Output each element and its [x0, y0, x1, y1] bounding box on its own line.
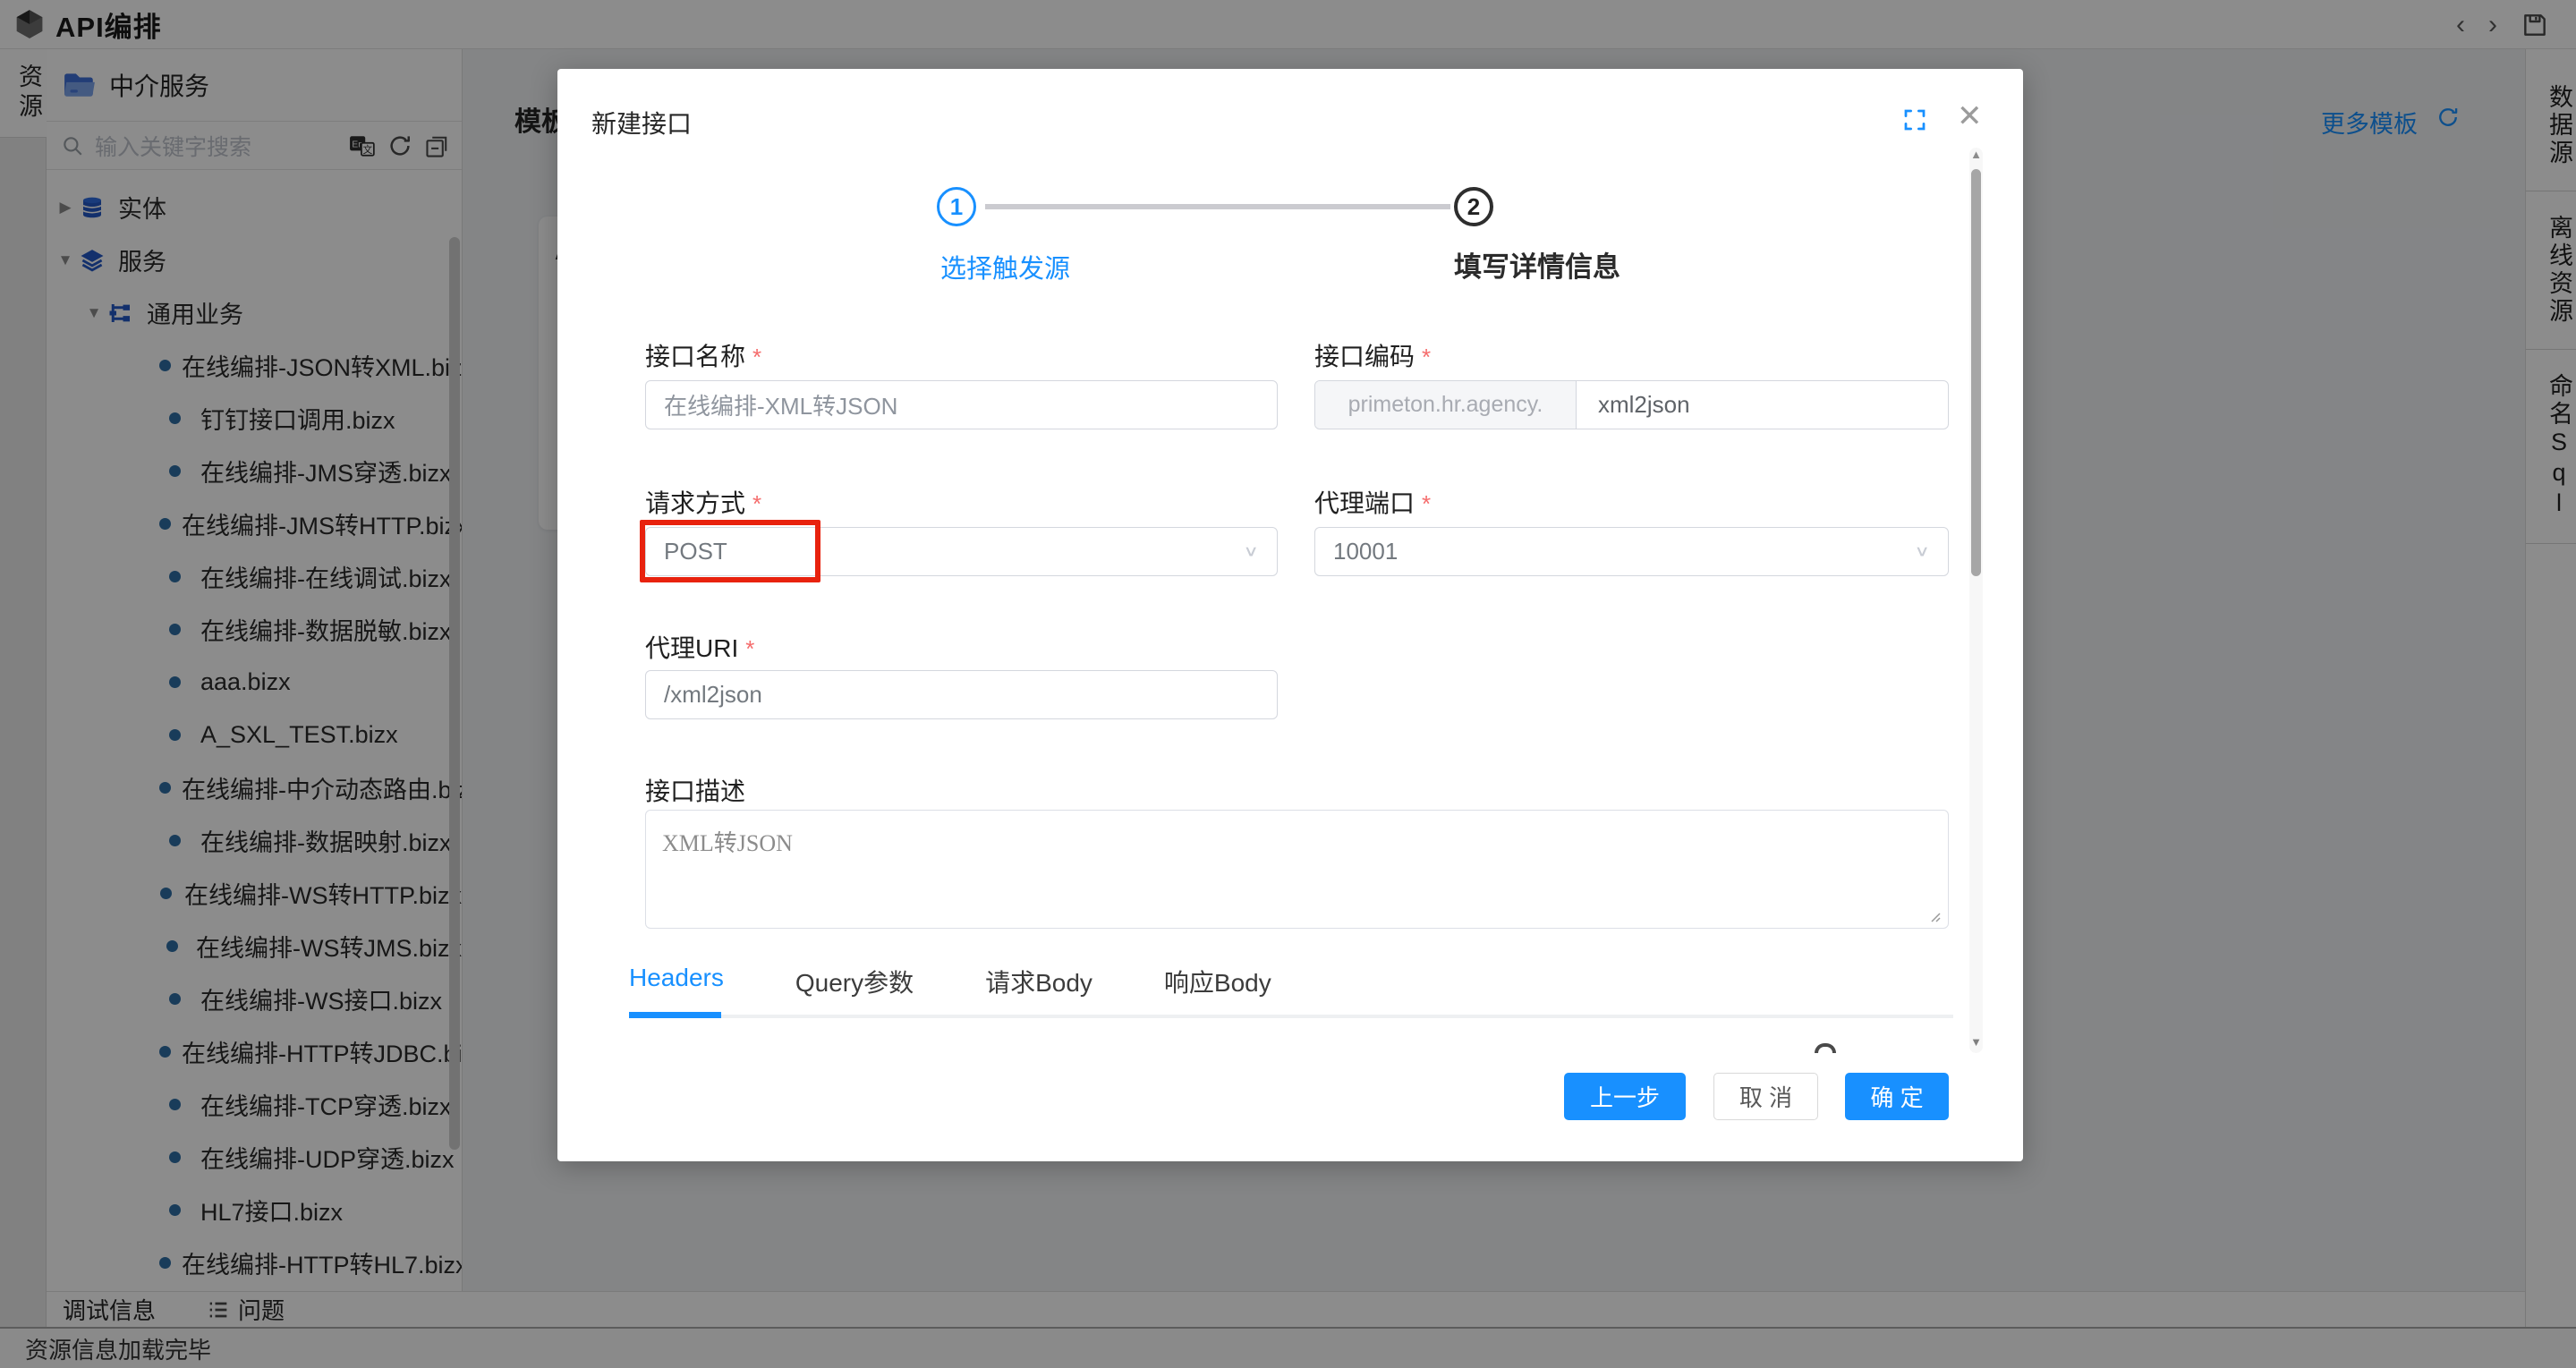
tab-headers[interactable]: Headers — [629, 964, 724, 999]
name-label: 接口名称* — [645, 337, 761, 373]
step-2-label: 填写详情信息 — [1454, 244, 1620, 285]
close-icon[interactable]: ✕ — [1957, 101, 1983, 132]
port-label: 代理端口* — [1314, 484, 1431, 520]
name-input[interactable]: 在线编排-XML转JSON — [645, 380, 1278, 429]
uri-label: 代理URI* — [645, 629, 754, 665]
port-select[interactable]: 10001 ∨ — [1314, 527, 1949, 576]
tab-response-body[interactable]: 响应Body — [1164, 964, 1271, 999]
clipped-circle-icon — [1815, 1043, 1836, 1053]
code-label: 接口编码* — [1314, 337, 1431, 373]
chevron-down-icon: ∨ — [1243, 542, 1259, 560]
scroll-down-icon[interactable]: ▼ — [1969, 1035, 1983, 1049]
new-interface-modal: 新建接口 ✕ 1 2 选择触发源 填写详情信息 接口名称* 在线编排-XML转J… — [557, 69, 2023, 1161]
method-label: 请求方式* — [645, 484, 761, 520]
code-input-group: primeton.hr.agency. xml2json — [1314, 380, 1949, 429]
step-1-label: 选择触发源 — [940, 248, 1070, 285]
param-tabs: Headers Query参数 请求Body 响应Body — [629, 964, 1271, 999]
previous-step-button[interactable]: 上一步 — [1564, 1073, 1686, 1120]
chevron-down-icon: ∨ — [1914, 542, 1930, 560]
cancel-button[interactable]: 取 消 — [1713, 1073, 1818, 1120]
description-textarea[interactable]: XML转JSON — [645, 810, 1949, 929]
resize-handle-icon[interactable] — [1926, 908, 1941, 922]
active-tab-indicator — [629, 1012, 721, 1018]
uri-input[interactable]: /xml2json — [645, 670, 1278, 719]
step-2-circle: 2 — [1454, 187, 1493, 226]
modal-title: 新建接口 — [591, 105, 692, 140]
confirm-button[interactable]: 确 定 — [1845, 1073, 1949, 1120]
step-connector — [985, 204, 1450, 209]
modal-scrollbar-thumb[interactable] — [1971, 169, 1981, 576]
fullscreen-icon[interactable] — [1901, 106, 1928, 133]
scroll-up-icon[interactable]: ▲ — [1969, 148, 1983, 161]
tab-track — [629, 1015, 1953, 1018]
tab-request-body[interactable]: 请求Body — [985, 964, 1092, 999]
step-1-circle: 1 — [937, 187, 976, 226]
description-label: 接口描述 — [645, 772, 745, 808]
code-input[interactable]: xml2json — [1577, 381, 1948, 429]
annotation-red-box — [640, 520, 820, 582]
tab-query-params[interactable]: Query参数 — [795, 964, 914, 999]
code-prefix: primeton.hr.agency. — [1315, 381, 1577, 429]
